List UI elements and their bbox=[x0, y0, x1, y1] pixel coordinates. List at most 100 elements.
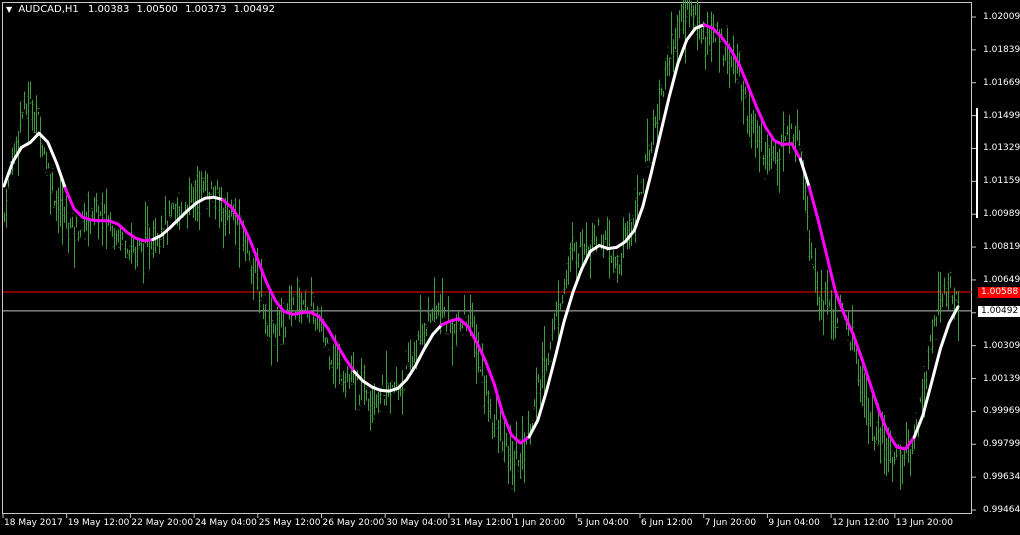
price-bar bbox=[646, 118, 649, 168]
price-bar bbox=[867, 398, 870, 444]
price-bar bbox=[885, 437, 888, 477]
price-bar bbox=[204, 170, 207, 199]
price-bar bbox=[634, 188, 637, 243]
price-bar bbox=[130, 223, 133, 264]
price-bar bbox=[328, 349, 331, 370]
price-bar bbox=[682, 0, 685, 35]
price-bar bbox=[861, 365, 864, 407]
price-bar bbox=[463, 294, 466, 324]
price-bar bbox=[340, 375, 343, 386]
price-bar bbox=[238, 199, 241, 268]
time-axis-label: 5 Jun 04:00 bbox=[577, 518, 629, 528]
price-bar bbox=[945, 288, 948, 307]
price-bar bbox=[95, 192, 98, 213]
price-bar bbox=[511, 441, 514, 490]
price-bar bbox=[276, 306, 279, 363]
price-bar bbox=[931, 319, 934, 354]
price-bar bbox=[806, 195, 809, 231]
price-bar bbox=[431, 308, 434, 321]
price-axis-label: 1.00309 bbox=[983, 340, 1020, 351]
price-bar bbox=[258, 291, 261, 314]
price-bar bbox=[798, 130, 801, 150]
price-bar bbox=[708, 26, 711, 51]
time-axis-label: 18 May 2017 bbox=[4, 518, 63, 528]
price-bar bbox=[543, 326, 546, 393]
price-bar bbox=[417, 330, 420, 341]
price-bar bbox=[503, 418, 506, 463]
price-bar bbox=[794, 125, 797, 162]
price-bar bbox=[111, 225, 114, 248]
price-bar bbox=[774, 140, 777, 164]
price-bar bbox=[451, 319, 454, 366]
price-chart[interactable] bbox=[0, 0, 1020, 535]
moving-average-segment bbox=[702, 23, 802, 161]
price-bar bbox=[447, 296, 450, 335]
price-bar bbox=[369, 390, 372, 431]
price-bar bbox=[358, 394, 361, 411]
price-bar bbox=[672, 34, 675, 73]
price-bar bbox=[409, 339, 412, 375]
chart-header: ▼ AUDCAD,H1 1.00383 1.00500 1.00373 1.00… bbox=[6, 4, 279, 15]
price-bar bbox=[69, 218, 72, 229]
price-axis-label: 1.01329 bbox=[983, 143, 1020, 154]
price-bar bbox=[933, 315, 936, 327]
price-bar bbox=[166, 220, 169, 245]
price-bar bbox=[262, 304, 265, 320]
price-bar bbox=[694, 1, 697, 26]
price-axis-label: 1.01669 bbox=[983, 77, 1020, 88]
price-bar bbox=[126, 248, 129, 259]
time-axis-label: 13 Jun 20:00 bbox=[895, 518, 953, 528]
chart-window[interactable]: ▼ AUDCAD,H1 1.00383 1.00500 1.00373 1.00… bbox=[0, 0, 1020, 535]
price-bar bbox=[700, 28, 703, 44]
price-bar bbox=[172, 202, 175, 210]
price-bar bbox=[668, 57, 671, 77]
moving-average-segment bbox=[2, 131, 67, 190]
price-bar bbox=[555, 301, 558, 317]
price-bar bbox=[573, 242, 576, 252]
price-bar bbox=[389, 381, 392, 414]
price-bar bbox=[25, 103, 28, 119]
price-bar bbox=[722, 55, 725, 67]
price-bar bbox=[178, 192, 181, 230]
price-bar bbox=[571, 222, 574, 261]
price-bar bbox=[855, 348, 858, 364]
price-bar bbox=[385, 350, 388, 406]
price-bar bbox=[593, 224, 596, 245]
price-bar bbox=[919, 396, 922, 403]
price-bar bbox=[29, 81, 32, 105]
price-axis-label: 1.01839 bbox=[983, 44, 1020, 55]
price-bar bbox=[3, 212, 6, 223]
price-bar bbox=[367, 392, 370, 411]
price-bar bbox=[156, 233, 159, 247]
price-bar bbox=[824, 281, 827, 305]
price-bar bbox=[401, 370, 404, 415]
price-bar bbox=[136, 236, 139, 267]
price-bar bbox=[618, 256, 621, 275]
price-bar bbox=[696, 0, 699, 51]
price-bar bbox=[216, 179, 219, 194]
price-bar bbox=[957, 291, 960, 341]
price-axis-label: 0.99634 bbox=[983, 472, 1020, 483]
moving-average-segment bbox=[221, 198, 356, 373]
price-bar bbox=[449, 321, 452, 334]
time-axis-label: 24 May 04:00 bbox=[195, 518, 257, 528]
price-bar bbox=[407, 342, 410, 367]
price-bar bbox=[768, 144, 771, 171]
price-bar bbox=[280, 297, 283, 346]
price-bar bbox=[658, 79, 661, 121]
price-bar bbox=[758, 125, 761, 173]
price-bar bbox=[818, 294, 821, 321]
price-bar bbox=[144, 201, 147, 244]
price-bar bbox=[57, 187, 60, 234]
price-bar bbox=[196, 166, 199, 222]
price-bar bbox=[816, 271, 819, 306]
time-axis-label: 9 Jun 04:00 bbox=[768, 518, 820, 528]
price-bar bbox=[124, 240, 127, 258]
price-bar bbox=[501, 441, 504, 453]
price-bar bbox=[206, 173, 209, 210]
price-bar bbox=[537, 374, 540, 383]
price-axis-label: 0.99464 bbox=[983, 505, 1020, 515]
dropdown-triangle-icon[interactable]: ▼ bbox=[6, 5, 12, 14]
price-bar bbox=[577, 253, 580, 275]
price-bar bbox=[820, 269, 823, 320]
